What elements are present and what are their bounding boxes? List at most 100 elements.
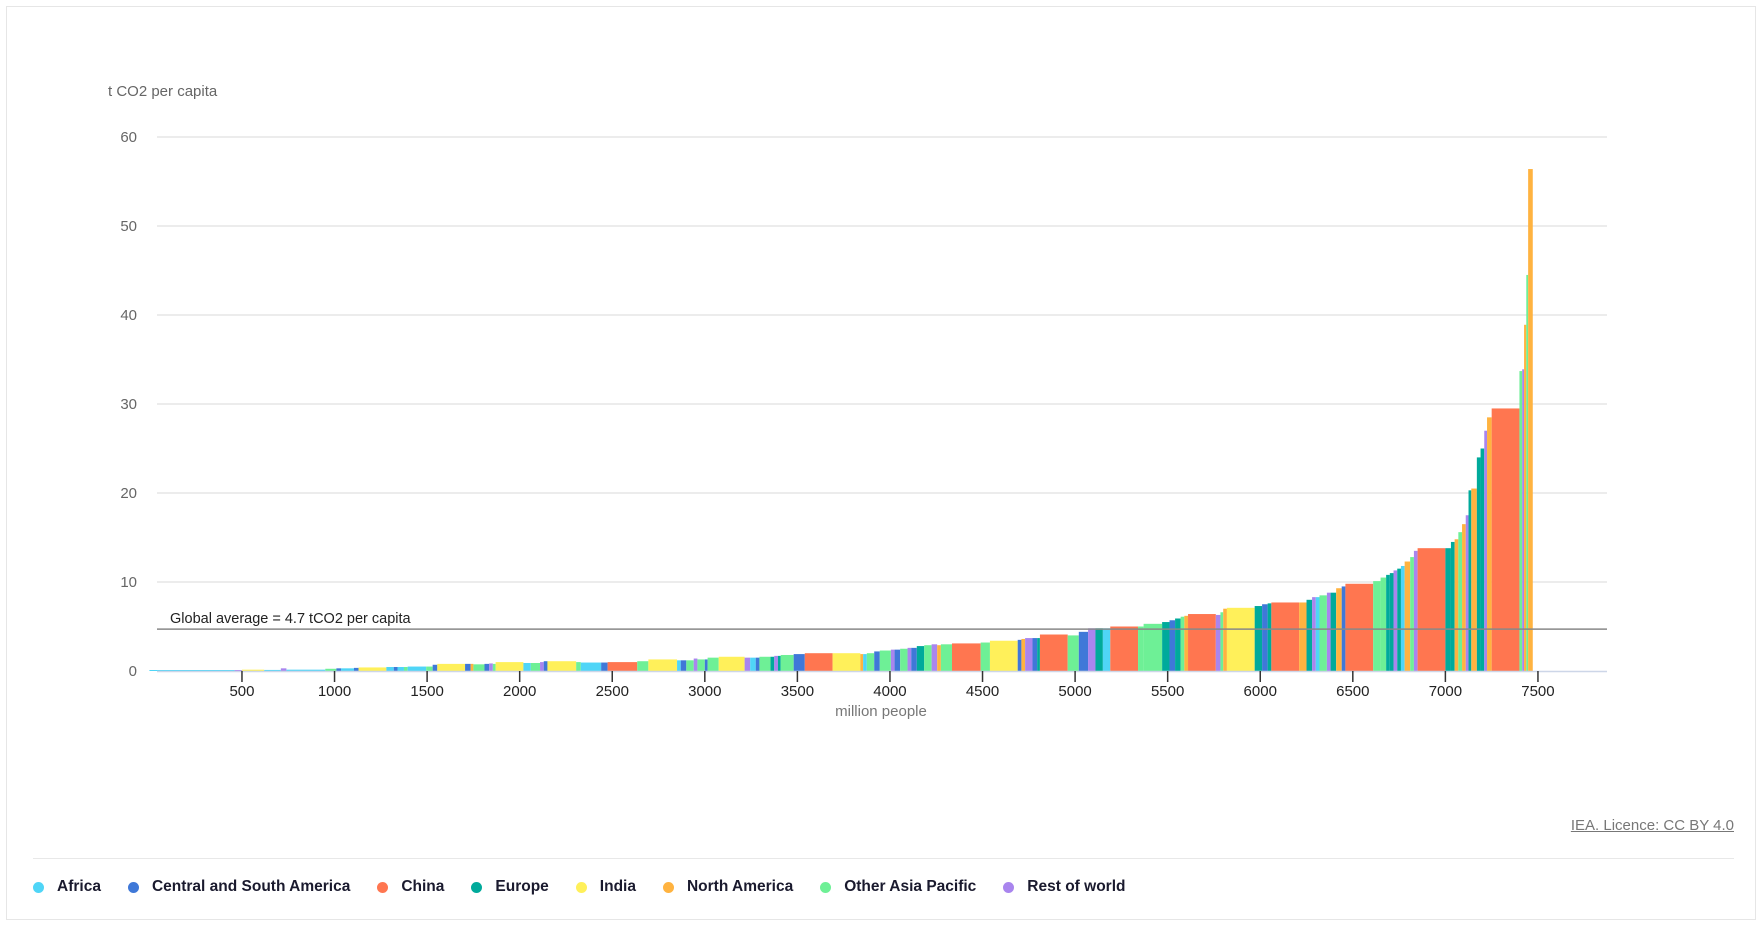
bar[interactable] — [989, 640, 1018, 671]
bar[interactable] — [1306, 599, 1313, 671]
bar[interactable] — [484, 663, 490, 671]
bar[interactable] — [1445, 548, 1451, 671]
bar[interactable] — [1315, 597, 1320, 671]
bar[interactable] — [1404, 561, 1411, 671]
bar[interactable] — [980, 642, 990, 671]
bar[interactable] — [1524, 324, 1527, 671]
bar[interactable] — [607, 662, 638, 671]
bar[interactable] — [707, 657, 719, 671]
bar[interactable] — [648, 659, 678, 671]
bar[interactable] — [1519, 371, 1523, 671]
bar[interactable] — [473, 664, 485, 671]
bar[interactable] — [1220, 612, 1224, 671]
bar[interactable] — [637, 661, 649, 671]
bar[interactable] — [1417, 548, 1446, 671]
bar[interactable] — [386, 666, 394, 671]
bar[interactable] — [1484, 430, 1488, 671]
bar[interactable] — [432, 664, 438, 671]
bar[interactable] — [1078, 631, 1089, 671]
bar[interactable] — [403, 666, 408, 671]
bar[interactable] — [1169, 620, 1176, 671]
bar[interactable] — [1345, 583, 1374, 671]
legend-item[interactable]: Central and South America — [127, 878, 350, 896]
bar[interactable] — [1312, 597, 1316, 671]
bar[interactable] — [341, 668, 354, 671]
bar[interactable] — [280, 668, 287, 671]
bar[interactable] — [1476, 457, 1481, 671]
bar[interactable] — [1143, 623, 1163, 671]
bar[interactable] — [1480, 448, 1485, 672]
bar[interactable] — [1267, 603, 1272, 671]
bar[interactable] — [1319, 595, 1327, 671]
bar[interactable] — [697, 659, 705, 671]
bar[interactable] — [916, 646, 925, 671]
bar[interactable] — [1400, 565, 1405, 671]
bar[interactable] — [426, 666, 433, 671]
bar[interactable] — [1487, 417, 1492, 671]
bar[interactable] — [543, 661, 548, 671]
bar[interactable] — [1271, 602, 1300, 671]
bar[interactable] — [890, 649, 895, 671]
bar[interactable] — [804, 653, 833, 671]
bar[interactable] — [759, 656, 771, 671]
bar[interactable] — [1389, 573, 1394, 671]
bar[interactable] — [437, 663, 466, 671]
bar[interactable] — [358, 667, 387, 671]
bar[interactable] — [1102, 628, 1111, 671]
bar[interactable] — [1110, 626, 1139, 672]
bar[interactable] — [1226, 607, 1255, 671]
bar[interactable] — [693, 658, 698, 671]
bar[interactable] — [1397, 568, 1401, 671]
bar[interactable] — [540, 662, 544, 671]
bar[interactable] — [1262, 604, 1268, 671]
bar[interactable] — [397, 666, 404, 671]
bar[interactable] — [1180, 616, 1185, 671]
bar[interactable] — [951, 643, 981, 671]
bar[interactable] — [1462, 524, 1466, 671]
bar[interactable] — [1465, 515, 1469, 671]
bar[interactable] — [879, 650, 891, 671]
bar[interactable] — [1413, 550, 1418, 671]
bar[interactable] — [1528, 169, 1533, 672]
bar[interactable] — [1373, 581, 1381, 671]
bar[interactable] — [1021, 638, 1026, 671]
bar[interactable] — [937, 645, 941, 671]
bar[interactable] — [1215, 614, 1221, 671]
bar[interactable] — [1468, 490, 1472, 671]
bar[interactable] — [1410, 557, 1414, 671]
bar[interactable] — [1088, 628, 1096, 671]
bar[interactable] — [894, 649, 901, 671]
bar[interactable] — [780, 654, 794, 671]
bar[interactable] — [1454, 539, 1459, 671]
bar[interactable] — [1458, 532, 1463, 671]
bar[interactable] — [1526, 274, 1529, 671]
bar[interactable] — [1299, 602, 1307, 671]
bar[interactable] — [755, 657, 760, 671]
bar[interactable] — [1254, 606, 1263, 671]
bar[interactable] — [1491, 408, 1520, 671]
bar[interactable] — [353, 667, 359, 671]
bar[interactable] — [576, 662, 581, 671]
bar[interactable] — [1380, 577, 1387, 671]
bar[interactable] — [393, 666, 398, 671]
bar[interactable] — [777, 655, 781, 671]
bar[interactable] — [750, 657, 756, 671]
bar[interactable] — [1450, 541, 1455, 671]
bar[interactable] — [866, 653, 875, 671]
bar[interactable] — [325, 668, 337, 671]
bar[interactable] — [530, 662, 541, 671]
bar[interactable] — [407, 666, 427, 671]
bar[interactable] — [940, 644, 952, 671]
bar[interactable] — [1032, 638, 1038, 671]
bar[interactable] — [1326, 592, 1331, 671]
bar[interactable] — [1471, 488, 1477, 671]
bar[interactable] — [492, 663, 496, 671]
bar[interactable] — [489, 663, 493, 671]
bar[interactable] — [1223, 608, 1227, 671]
bar[interactable] — [601, 662, 608, 671]
bar[interactable] — [1175, 618, 1181, 671]
bar[interactable] — [1025, 638, 1033, 671]
bar[interactable] — [1039, 634, 1068, 671]
bar[interactable] — [1522, 369, 1525, 671]
bar[interactable] — [1184, 615, 1189, 671]
